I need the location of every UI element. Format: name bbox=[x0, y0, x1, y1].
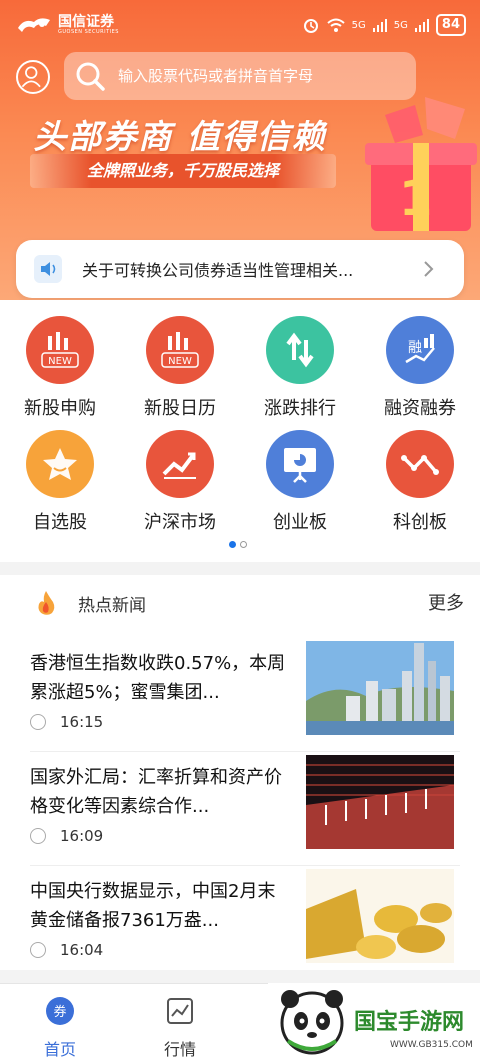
news-time: 16:04 bbox=[30, 941, 103, 959]
announcement-text: 关于可转换公司债券适当性管理相关... bbox=[82, 261, 354, 280]
svg-text:NEW: NEW bbox=[48, 356, 72, 367]
clock-icon bbox=[30, 714, 46, 730]
network-5g-2: 5G bbox=[393, 19, 408, 31]
trend-chart-icon bbox=[146, 430, 214, 498]
news-header: 热点新闻 更多 bbox=[0, 575, 480, 631]
news-time: 16:09 bbox=[30, 827, 103, 845]
fire-icon bbox=[38, 591, 55, 615]
brand-subtitle: GUOSEN SECURITIES bbox=[58, 29, 119, 35]
new-stock-calendar-icon: NEW bbox=[146, 316, 214, 384]
brand-name: 国信证券 bbox=[58, 14, 114, 30]
news-headline: 中国央行数据显示，中国2月末黄金储备报7361万盎... bbox=[30, 881, 276, 931]
status-icons: 5G 5G 84 bbox=[302, 14, 466, 36]
grid-label: 创业板 bbox=[273, 512, 327, 533]
panda-logo-icon: 国宝手游网 WWW.GB315.COM bbox=[280, 990, 473, 1055]
network-5g-1: 5G bbox=[351, 19, 366, 31]
grid-item-sh-sz-market[interactable]: 沪深市场 bbox=[125, 430, 235, 534]
signal-icon bbox=[414, 19, 429, 32]
speaker-icon bbox=[34, 255, 62, 283]
tab-label: 行情 bbox=[163, 1040, 196, 1059]
status-bar: 国信证券 GUOSEN SECURITIES 5G 5G 84 bbox=[0, 0, 480, 50]
svg-text:1: 1 bbox=[399, 171, 432, 227]
presentation-board-icon bbox=[266, 430, 334, 498]
alarm-icon bbox=[303, 19, 318, 33]
news-time-text: 16:09 bbox=[60, 827, 104, 845]
new-stock-icon: NEW bbox=[26, 316, 94, 384]
grid-label: 融资融券 bbox=[384, 398, 456, 419]
battery-indicator: 84 bbox=[435, 14, 466, 36]
page-indicator bbox=[229, 541, 247, 548]
grid-item-margin-trading[interactable]: 融 融资融券 bbox=[365, 316, 475, 420]
wifi-icon bbox=[326, 18, 345, 32]
news-item[interactable]: 国家外汇局：汇率折算和资产价格变化等因素综合作... 16:09 bbox=[0, 755, 480, 865]
news-headline: 国家外汇局：汇率折算和资产价格变化等因素综合作... bbox=[30, 767, 282, 817]
currency-chart-image bbox=[306, 755, 454, 849]
search-bar[interactable] bbox=[64, 52, 416, 100]
grid-label: 科创板 bbox=[393, 512, 447, 533]
clock-icon bbox=[30, 828, 46, 844]
market-chart-icon bbox=[167, 998, 193, 1024]
city-skyline-image bbox=[306, 641, 454, 735]
search-input[interactable] bbox=[118, 67, 398, 85]
grid-item-rank[interactable]: 涨跌排行 bbox=[245, 316, 355, 420]
grid-label: 涨跌排行 bbox=[264, 398, 336, 419]
grid-item-new-stock-calendar[interactable]: NEW 新股日历 bbox=[125, 316, 235, 420]
feature-grid: NEW 新股申购 NEW 新股日历 涨跌排行 融 融资融券 自选股 沪深市场 创… bbox=[0, 300, 480, 562]
signal-icon bbox=[372, 19, 387, 32]
grid-label: 新股申购 bbox=[24, 398, 96, 419]
news-time-text: 16:15 bbox=[60, 713, 104, 731]
grid-label: 沪深市场 bbox=[144, 512, 216, 533]
page-dot-active[interactable] bbox=[229, 541, 236, 548]
hot-news-section: 热点新闻 更多 香港恒生指数收跌0.57%，本周累涨超5%；蜜雪集团... 16… bbox=[0, 575, 480, 970]
grid-label: 新股日历 bbox=[144, 398, 216, 419]
grid-label: 自选股 bbox=[33, 512, 87, 533]
news-time: 16:15 bbox=[30, 713, 103, 731]
news-item[interactable]: 中国央行数据显示，中国2月末黄金储备报7361万盎... 16:04 bbox=[0, 869, 480, 979]
news-more-link[interactable]: 更多 bbox=[428, 589, 464, 615]
svg-text:券: 券 bbox=[53, 1004, 66, 1020]
divider bbox=[30, 751, 460, 752]
tab-market[interactable]: 行情 bbox=[140, 996, 220, 1060]
line-chart-icon bbox=[386, 430, 454, 498]
search-icon bbox=[76, 62, 105, 91]
grid-item-star-market[interactable]: 科创板 bbox=[365, 430, 475, 534]
gold-coins-image bbox=[306, 869, 454, 963]
divider bbox=[30, 865, 460, 866]
chevron-right-icon bbox=[424, 261, 434, 277]
user-avatar-icon[interactable] bbox=[16, 60, 50, 94]
brand-mark-icon bbox=[18, 18, 50, 32]
svg-text:WWW.GB315.COM: WWW.GB315.COM bbox=[390, 1040, 473, 1050]
gift-box-icon: 1 bbox=[365, 97, 477, 231]
grid-item-chinext[interactable]: 创业板 bbox=[245, 430, 355, 534]
svg-text:NEW: NEW bbox=[168, 356, 192, 367]
grid-item-watchlist[interactable]: 自选股 bbox=[5, 430, 115, 534]
svg-text:国宝手游网: 国宝手游网 bbox=[354, 1009, 464, 1035]
banner-title: 头部券商 值得信赖 bbox=[33, 117, 327, 156]
tab-label: 首页 bbox=[43, 1040, 76, 1059]
star-icon bbox=[26, 430, 94, 498]
home-coupon-icon: 券 bbox=[46, 997, 74, 1025]
grid-item-new-stock-subscribe[interactable]: NEW 新股申购 bbox=[5, 316, 115, 420]
watermark: 国宝手游网 WWW.GB315.COM bbox=[268, 983, 480, 1061]
news-section-title: 热点新闻 bbox=[78, 596, 146, 616]
news-item[interactable]: 香港恒生指数收跌0.57%，本周累涨超5%；蜜雪集团... 16:15 bbox=[0, 641, 480, 751]
banner-subtitle: 全牌照业务，千万股民选择 bbox=[30, 154, 336, 188]
news-time-text: 16:04 bbox=[60, 941, 104, 959]
announcement-bar[interactable]: 关于可转换公司债券适当性管理相关... bbox=[16, 240, 464, 298]
news-headline: 香港恒生指数收跌0.57%，本周累涨超5%；蜜雪集团... bbox=[30, 653, 286, 703]
tab-home[interactable]: 券 首页 bbox=[20, 996, 100, 1060]
page-dot[interactable] bbox=[240, 541, 247, 548]
up-down-arrows-icon bbox=[266, 316, 334, 384]
clock-icon bbox=[30, 942, 46, 958]
margin-trading-icon: 融 bbox=[386, 316, 454, 384]
svg-text:融: 融 bbox=[408, 340, 422, 356]
brand-logo: 国信证券 GUOSEN SECURITIES bbox=[16, 14, 119, 36]
